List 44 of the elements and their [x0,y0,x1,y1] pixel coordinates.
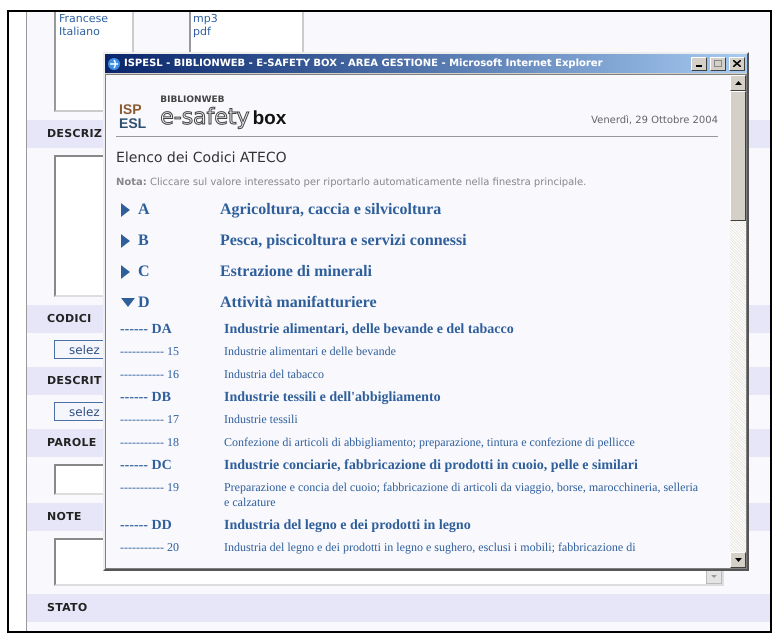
scrollbar[interactable] [730,75,746,568]
list-heading: Elenco dei Codici ATECO [116,149,288,167]
collapsed-arrow-icon[interactable] [121,264,131,278]
scroll-down-button[interactable] [730,552,746,568]
item-code[interactable]: ----------- 19 [120,480,224,495]
section-link[interactable]: Agricoltura, caccia e silvicoltura [220,198,442,222]
note-text: Nota: Cliccare sul valore interessato per riportarlo automaticamente nella finestra principale. [116,176,588,190]
browser-icon [107,56,121,70]
item-link[interactable]: Industria del legno e dei prodotti in legno e sughero, esclusi i mobili; fabbricazione di [224,540,636,555]
item-link[interactable]: Industrie tessili [224,412,298,427]
list-item[interactable]: mp3 [193,12,302,25]
up-arrow-icon [734,81,742,85]
item-code[interactable]: ----------- 18 [120,435,224,450]
section-link[interactable]: Pesca, piscicoltura e servizi connessi [220,228,467,252]
group-code[interactable]: ------ DC [120,454,224,476]
section-code[interactable]: A [134,198,220,222]
format-listbox[interactable]: mp3 pdf [189,12,304,52]
close-button[interactable] [729,56,745,70]
item-link[interactable]: Confezione di articoli di abbigliamento; preparazione, tintura e confezione di pellicce [224,435,635,450]
scroll-thumb[interactable] [730,91,746,221]
down-arrow-icon [734,558,742,562]
section-code[interactable]: B [134,228,220,252]
list-item[interactable]: Italiano [59,25,132,38]
brand-subtitle: BIBLIONWEB [160,94,226,106]
maximize-icon [714,60,722,67]
item-code[interactable]: ----------- 16 [120,367,224,382]
list-item[interactable]: pdf [193,25,302,38]
section-code[interactable]: C [134,260,220,284]
minimize-button[interactable] [691,56,707,70]
maximize-button[interactable] [710,56,726,70]
item-link[interactable]: Industrie alimentari e delle bevande [224,344,396,359]
close-icon [733,60,741,67]
group-link[interactable]: Industrie conciarie, fabbricazione di prodotti in cuoio, pelle e similari [224,454,638,476]
collapsed-arrow-icon[interactable] [121,202,131,216]
list-item[interactable]: Francese [59,12,132,25]
scroll-up-button[interactable] [730,75,746,91]
collapsed-arrow-icon[interactable] [121,234,131,248]
item-code[interactable]: ----------- 15 [120,344,224,359]
section-link[interactable]: Estrazione di minerali [220,260,372,284]
item-link[interactable]: Industria del tabacco [224,367,324,382]
item-code[interactable]: ----------- 17 [120,412,224,427]
section-header: STATO [27,594,770,622]
expanded-arrow-icon[interactable] [121,298,135,308]
item-code[interactable]: ----------- 20 [120,540,224,555]
